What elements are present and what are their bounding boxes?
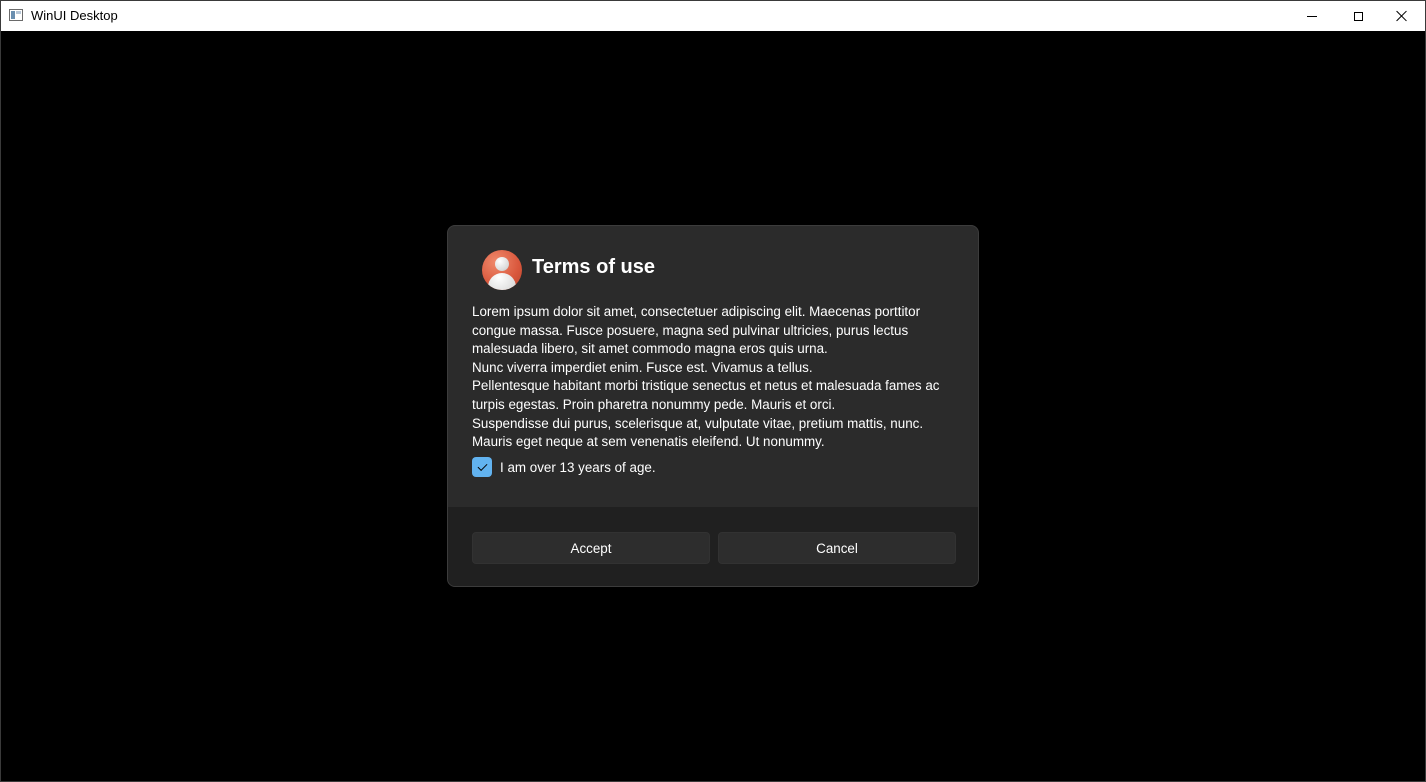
terms-text-line: Lorem ipsum dolor sit amet, consectetuer… bbox=[472, 304, 921, 319]
terms-text-line: turpis egestas. Proin pharetra nonummy p… bbox=[472, 396, 836, 412]
terms-dialog: Terms of use Lorem ipsum dolor sit amet,… bbox=[447, 225, 979, 587]
terms-text-line: Mauris eget neque at sem venenatis eleif… bbox=[472, 434, 825, 450]
minimize-icon bbox=[1307, 15, 1317, 17]
window-title: WinUI Desktop bbox=[31, 8, 118, 23]
terms-text-line: Nunc viverra imperdiet enim. Fusce est. … bbox=[472, 359, 813, 375]
age-checkbox-row[interactable]: I am over 13 years of age. bbox=[472, 457, 656, 477]
dialog-title: Terms of use bbox=[532, 256, 655, 278]
user-avatar-icon bbox=[482, 250, 522, 290]
avatar-body bbox=[488, 273, 516, 290]
terms-text-line: congue massa. Fusce posuere, magna sed p… bbox=[472, 322, 909, 338]
minimize-button[interactable] bbox=[1289, 1, 1335, 31]
terms-text: Lorem ipsum dolor sit amet, consectetuer… bbox=[472, 303, 962, 452]
terms-text-line: Pellentesque habitant morbi tristique se… bbox=[472, 378, 940, 394]
close-button[interactable] bbox=[1379, 1, 1425, 31]
age-checkbox[interactable] bbox=[472, 457, 492, 477]
app-window: WinUI Desktop Terms of use Lorem ipsum d… bbox=[0, 0, 1426, 782]
terms-text-line: malesuada libero, sit amet commodo magna… bbox=[472, 341, 828, 357]
dialog-content: Terms of use Lorem ipsum dolor sit amet,… bbox=[448, 226, 978, 507]
checkmark-icon bbox=[477, 460, 487, 471]
close-icon bbox=[1396, 10, 1408, 22]
app-window-icon bbox=[9, 9, 23, 21]
accept-button[interactable]: Accept bbox=[472, 532, 710, 564]
maximize-button[interactable] bbox=[1335, 1, 1381, 31]
cancel-button[interactable]: Cancel bbox=[718, 532, 956, 564]
age-checkbox-label[interactable]: I am over 13 years of age. bbox=[500, 460, 656, 475]
avatar-head bbox=[495, 257, 509, 271]
title-bar[interactable]: WinUI Desktop bbox=[1, 1, 1425, 31]
terms-text-line: Suspendisse dui purus, scelerisque at, v… bbox=[472, 415, 924, 431]
dialog-button-bar: Accept Cancel bbox=[448, 507, 978, 586]
maximize-icon bbox=[1353, 11, 1363, 21]
